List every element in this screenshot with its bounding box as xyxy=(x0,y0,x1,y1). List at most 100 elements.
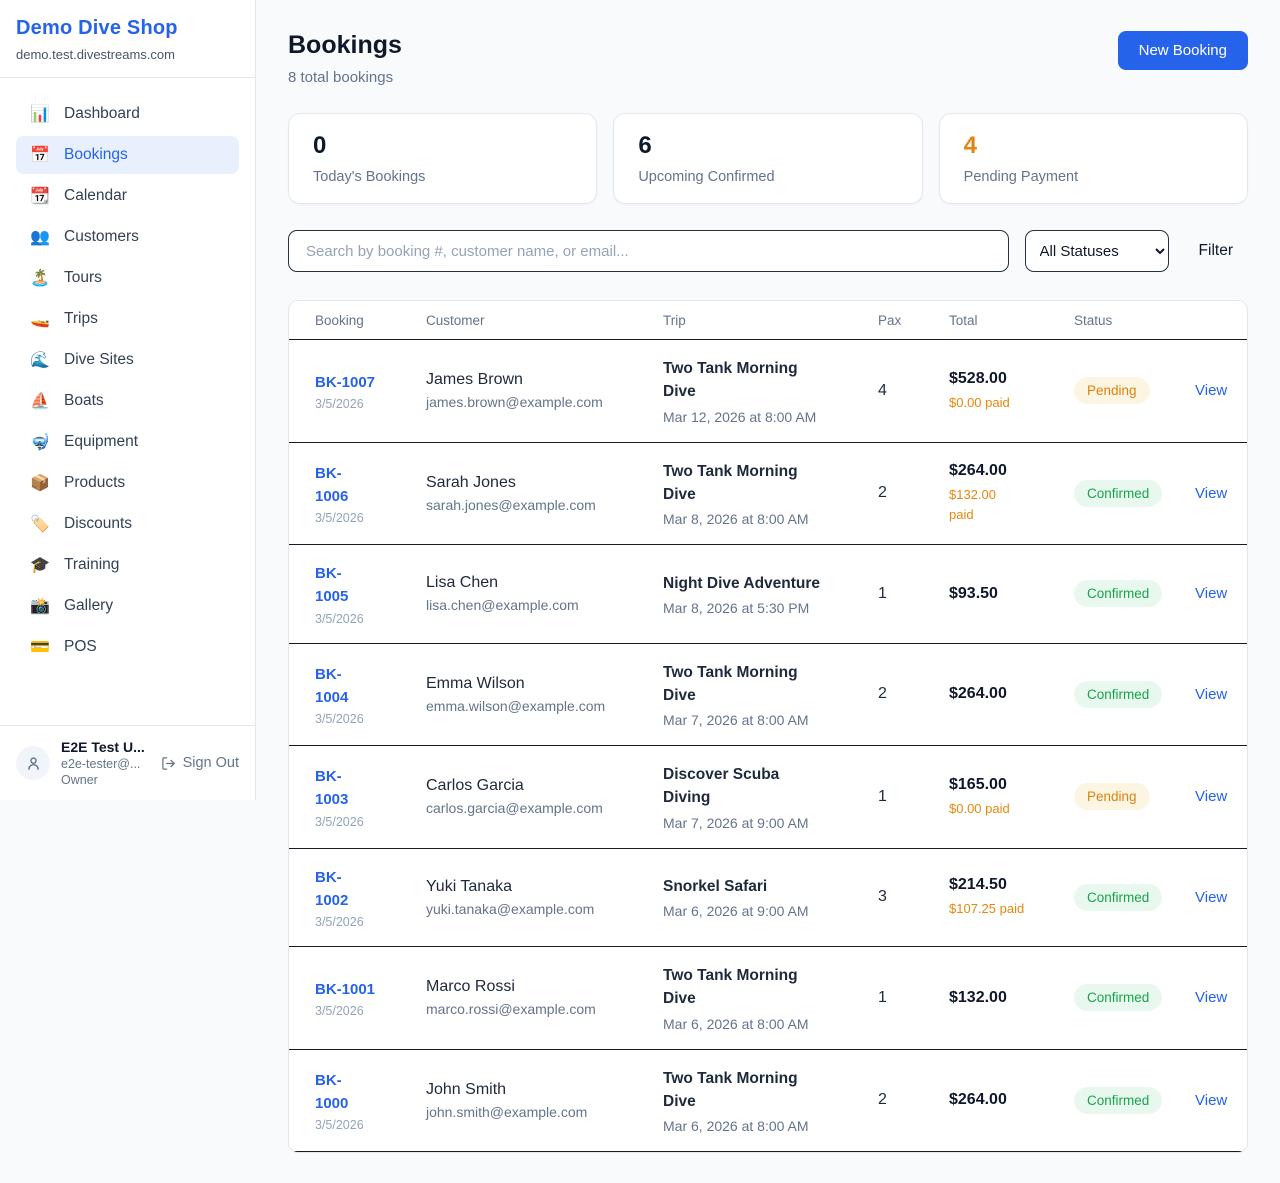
status-badge: Confirmed xyxy=(1074,580,1162,607)
stat-value: 0 xyxy=(313,132,572,160)
total-amount: $132.00 xyxy=(949,989,1074,1007)
trip-time: Mar 6, 2026 at 8:00 AM xyxy=(663,1016,878,1032)
booking-cell: BK-1007 3/5/2026 xyxy=(315,371,426,411)
sidebar-item-bookings[interactable]: 📅 Bookings xyxy=(16,136,239,174)
stat-value: 6 xyxy=(638,132,897,160)
page-title: Bookings xyxy=(288,31,402,60)
booking-link[interactable]: BK- 1005 xyxy=(315,562,426,609)
bar-chart-icon: 📊 xyxy=(29,104,51,124)
customer-name: John Smith xyxy=(426,1081,663,1099)
stat-card: 6 Upcoming Confirmed xyxy=(613,113,922,204)
booking-link[interactable]: BK-1007 xyxy=(315,371,426,394)
customer-email: james.brown@example.com xyxy=(426,394,663,410)
people-icon: 👥 xyxy=(29,227,51,247)
sidebar-item-tours[interactable]: 🏝️ Tours xyxy=(16,259,239,297)
trip-name: Two Tank Morning Dive xyxy=(663,1067,878,1114)
status-filter-select[interactable]: All Statuses xyxy=(1025,230,1169,272)
table-row[interactable]: BK- 1005 3/5/2026 Lisa Chen lisa.chen@ex… xyxy=(289,545,1247,644)
page-header: Bookings 8 total bookings New Booking xyxy=(288,31,1248,86)
brand-domain: demo.test.divestreams.com xyxy=(16,47,239,62)
booking-link[interactable]: BK- 1000 xyxy=(315,1069,426,1116)
booking-link[interactable]: BK- 1004 xyxy=(315,663,426,710)
sidebar-item-label: Calendar xyxy=(64,187,127,205)
calendar-date-icon: 📅 xyxy=(29,145,51,165)
controls-row: All Statuses Filter xyxy=(288,230,1248,272)
paid-amount: $132.00 paid xyxy=(949,485,1045,524)
view-link[interactable]: View xyxy=(1195,485,1227,502)
status-badge: Confirmed xyxy=(1074,681,1162,708)
sidebar-item-label: Dashboard xyxy=(64,105,140,123)
sign-out-button[interactable]: Sign Out xyxy=(161,755,239,771)
sidebar-item-pos[interactable]: 💳 POS xyxy=(16,628,239,666)
total-amount: $264.00 xyxy=(949,462,1074,480)
filter-button[interactable]: Filter xyxy=(1199,242,1233,260)
sidebar-item-products[interactable]: 📦 Products xyxy=(16,464,239,502)
customer-name: Marco Rossi xyxy=(426,978,663,996)
sidebar-item-label: POS xyxy=(64,638,97,656)
booking-link[interactable]: BK-1001 xyxy=(315,978,426,1001)
page-subtitle: 8 total bookings xyxy=(288,69,402,86)
trip-cell: Two Tank Morning Dive Mar 6, 2026 at 8:0… xyxy=(663,964,878,1032)
sidebar-item-training[interactable]: 🎓 Training xyxy=(16,546,239,584)
sidebar-item-customers[interactable]: 👥 Customers xyxy=(16,218,239,256)
booking-cell: BK- 1000 3/5/2026 xyxy=(315,1069,426,1133)
view-link[interactable]: View xyxy=(1195,382,1227,399)
booking-date: 3/5/2026 xyxy=(315,511,426,525)
sidebar-item-gallery[interactable]: 📸 Gallery xyxy=(16,587,239,625)
status-badge: Pending xyxy=(1074,783,1150,810)
status-badge: Confirmed xyxy=(1074,1087,1162,1114)
stat-label: Upcoming Confirmed xyxy=(638,169,897,185)
booking-cell: BK- 1004 3/5/2026 xyxy=(315,663,426,727)
booking-link[interactable]: BK- 1003 xyxy=(315,765,426,812)
customer-name: James Brown xyxy=(426,371,663,389)
customer-cell: John Smith john.smith@example.com xyxy=(426,1081,663,1120)
avatar xyxy=(16,746,50,780)
pax-value: 2 xyxy=(878,484,949,502)
stat-card: 4 Pending Payment xyxy=(939,113,1248,204)
table-row[interactable]: BK- 1006 3/5/2026 Sarah Jones sarah.jone… xyxy=(289,443,1247,546)
sidebar-item-dashboard[interactable]: 📊 Dashboard xyxy=(16,95,239,133)
table-row[interactable]: BK- 1002 3/5/2026 Yuki Tanaka yuki.tanak… xyxy=(289,849,1247,948)
booking-link[interactable]: BK- 1006 xyxy=(315,462,426,509)
status-cell: Confirmed xyxy=(1074,681,1195,708)
sidebar-item-equipment[interactable]: 🤿 Equipment xyxy=(16,423,239,461)
sidebar-item-boats[interactable]: ⛵ Boats xyxy=(16,382,239,420)
total-amount: $93.50 xyxy=(949,585,1074,603)
stat-label: Pending Payment xyxy=(964,169,1223,185)
status-cell: Confirmed xyxy=(1074,884,1195,911)
view-link[interactable]: View xyxy=(1195,788,1227,805)
total-amount: $264.00 xyxy=(949,1091,1074,1109)
view-link[interactable]: View xyxy=(1195,889,1227,906)
booking-link[interactable]: BK- 1002 xyxy=(315,866,426,913)
search-input[interactable] xyxy=(288,230,1009,272)
customer-email: emma.wilson@example.com xyxy=(426,698,663,714)
total-cell: $528.00 $0.00 paid xyxy=(949,370,1074,413)
paid-amount: $0.00 paid xyxy=(949,799,1045,819)
table-row[interactable]: BK-1007 3/5/2026 James Brown james.brown… xyxy=(289,340,1247,443)
sidebar-item-dive-sites[interactable]: 🌊 Dive Sites xyxy=(16,341,239,379)
sidebar-item-discounts[interactable]: 🏷️ Discounts xyxy=(16,505,239,543)
view-link[interactable]: View xyxy=(1195,1092,1227,1109)
sidebar-item-calendar[interactable]: 📆 Calendar xyxy=(16,177,239,215)
paid-amount: $107.25 paid xyxy=(949,899,1045,919)
sidebar-item-trips[interactable]: 🚤 Trips xyxy=(16,300,239,338)
camera-icon: 📸 xyxy=(29,596,51,616)
table-row[interactable]: BK- 1004 3/5/2026 Emma Wilson emma.wilso… xyxy=(289,644,1247,747)
trip-cell: Two Tank Morning Dive Mar 12, 2026 at 8:… xyxy=(663,357,878,425)
view-link[interactable]: View xyxy=(1195,989,1227,1006)
sidebar-item-label: Customers xyxy=(64,228,139,246)
status-badge: Pending xyxy=(1074,377,1150,404)
logout-icon xyxy=(161,756,176,771)
status-cell: Confirmed xyxy=(1074,1087,1195,1114)
view-link[interactable]: View xyxy=(1195,686,1227,703)
view-link[interactable]: View xyxy=(1195,585,1227,602)
pax-value: 2 xyxy=(878,685,949,703)
table-row[interactable]: BK- 1000 3/5/2026 John Smith john.smith@… xyxy=(289,1050,1247,1153)
status-cell: Confirmed xyxy=(1074,580,1195,607)
trip-name: Two Tank Morning Dive xyxy=(663,357,878,404)
new-booking-button[interactable]: New Booking xyxy=(1118,31,1248,70)
table-row[interactable]: BK- 1003 3/5/2026 Carlos Garcia carlos.g… xyxy=(289,746,1247,849)
customer-cell: Marco Rossi marco.rossi@example.com xyxy=(426,978,663,1017)
status-cell: Pending xyxy=(1074,783,1195,810)
table-row[interactable]: BK-1001 3/5/2026 Marco Rossi marco.rossi… xyxy=(289,947,1247,1050)
